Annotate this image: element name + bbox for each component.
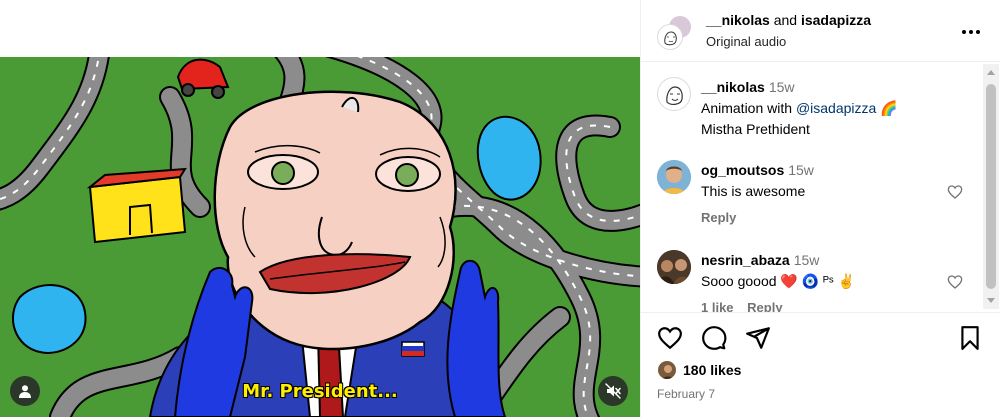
scroll-up-arrow-icon[interactable] (987, 70, 995, 75)
heart-icon (658, 327, 682, 350)
scroll-down-arrow-icon[interactable] (987, 298, 995, 303)
collab-avatars[interactable] (657, 14, 693, 50)
mention-link[interactable]: @isadapizza (796, 100, 876, 116)
video-frame[interactable] (0, 57, 640, 417)
post-header: __nikolas and isadapizza Original audio (641, 0, 1000, 62)
heart-outline-icon (947, 185, 963, 199)
comment-body: nesrin_abaza 15w Sooo goood ❤️ 🧿 ᴾˢ ✌️ (701, 250, 961, 292)
audio-link[interactable]: Original audio (706, 34, 786, 49)
comment-like-button[interactable] (947, 184, 963, 205)
bookmark-icon (961, 326, 979, 350)
tagged-users-button[interactable] (10, 376, 40, 406)
video-subtitle: Mr. President... (242, 381, 398, 402)
cartoon-illustration (0, 57, 640, 417)
reply-button[interactable]: Reply (747, 300, 782, 312)
comment-likes-count[interactable]: 1 like (701, 300, 734, 312)
scroll-thumb[interactable] (986, 84, 996, 289)
comment-text: Sooo goood (701, 273, 777, 289)
comment-like-button[interactable] (947, 274, 963, 295)
sketch-avatar-icon (664, 31, 677, 46)
post-actions: 180 likes February 7 (641, 312, 1000, 417)
comments-scrollbar[interactable] (983, 64, 999, 309)
comment-body: og_moutsos 15w This is awesome (701, 160, 961, 202)
heart-outline-icon (947, 275, 963, 289)
comment-username[interactable]: __nikolas (701, 79, 765, 95)
post-side-panel: __nikolas and isadapizza Original audio … (640, 0, 1000, 417)
send-icon (746, 327, 770, 349)
more-horizontal-icon (962, 30, 980, 34)
authors-joiner: and (773, 12, 798, 28)
comment-icon (702, 326, 727, 350)
comment-username[interactable]: nesrin_abaza (701, 252, 790, 268)
comment-time[interactable]: 15w (794, 252, 820, 268)
caption-line-2: Mistha Prethident (701, 121, 810, 137)
like-button[interactable] (657, 325, 683, 351)
sketch-avatar-icon (666, 86, 683, 105)
comment-meta: 1 like Reply (701, 300, 783, 312)
post-date[interactable]: February 7 (657, 387, 715, 401)
author-link-nikolas[interactable]: __nikolas (706, 12, 770, 28)
comment-time[interactable]: 15w (788, 162, 814, 178)
comments-list[interactable]: __nikolas 15w Animation with @isadapizza … (641, 62, 1000, 312)
comment-time[interactable]: 15w (769, 79, 795, 95)
user-tag-icon (19, 385, 31, 398)
comment-item: nesrin_abaza 15w Sooo goood ❤️ 🧿 ᴾˢ ✌️ 1 … (657, 250, 977, 312)
mute-button[interactable] (598, 376, 628, 406)
avatar[interactable] (657, 250, 691, 284)
avatar[interactable] (657, 77, 691, 111)
author-link-isadapizza[interactable]: isadapizza (801, 12, 871, 28)
comment-username[interactable]: og_moutsos (701, 162, 784, 178)
profile-photo-icon (657, 250, 691, 284)
profile-photo-icon (657, 160, 691, 194)
comment-body: __nikolas 15w Animation with @isadapizza … (701, 77, 961, 140)
reply-button[interactable]: Reply (701, 210, 736, 225)
likes-count[interactable]: 180 likes (683, 362, 741, 378)
rainbow-emoji: 🌈 (880, 100, 898, 116)
comment-item: og_moutsos 15w This is awesome Reply (657, 160, 977, 232)
save-button[interactable] (957, 325, 983, 351)
comment-text: This is awesome (701, 183, 806, 199)
profile-photo-icon (658, 361, 676, 379)
share-button[interactable] (745, 325, 771, 351)
more-options-button[interactable] (959, 20, 983, 44)
post-media[interactable]: Mr. President... (0, 0, 640, 417)
avatar-nikolas[interactable] (657, 24, 683, 50)
post-authors: __nikolas and isadapizza (706, 12, 871, 28)
caption-text: Animation with (701, 100, 793, 116)
liker-avatar[interactable] (657, 360, 677, 380)
comment-emojis: ❤️ 🧿 ᴾˢ ✌️ (780, 273, 856, 289)
caption-comment: __nikolas 15w Animation with @isadapizza … (657, 77, 977, 147)
avatar[interactable] (657, 160, 691, 194)
speaker-muted-icon (605, 383, 621, 399)
comment-button[interactable] (701, 325, 727, 351)
